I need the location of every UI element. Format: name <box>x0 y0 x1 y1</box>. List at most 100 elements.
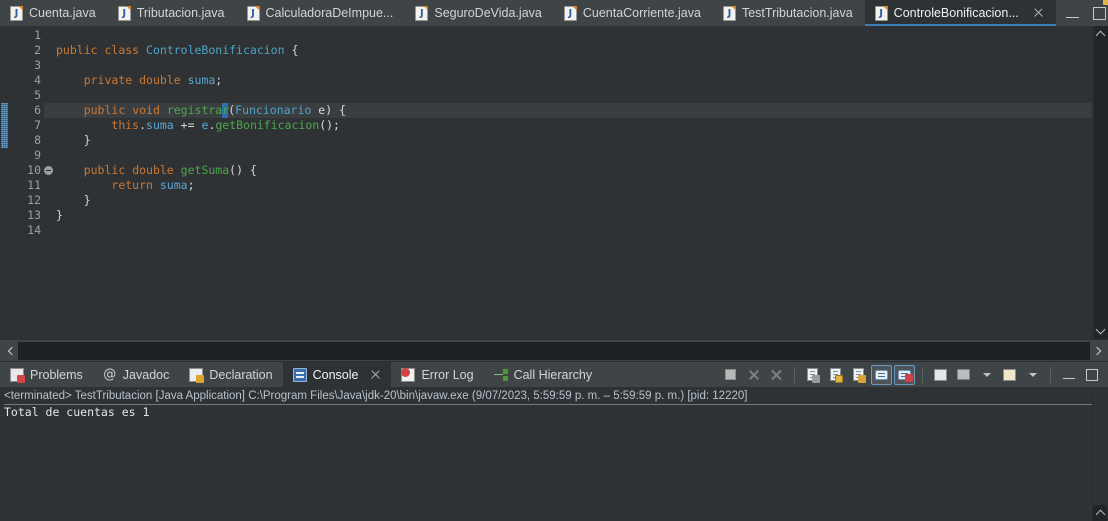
display-selected-console-button[interactable] <box>953 365 974 385</box>
code-line-11: return suma; <box>111 178 195 192</box>
display-console-icon <box>957 369 970 380</box>
console-vertical-scrollbar[interactable] <box>1092 387 1108 521</box>
line-number: 10 <box>8 163 53 178</box>
minimize-icon[interactable] <box>1065 9 1079 18</box>
display-console-dropdown[interactable] <box>976 365 997 385</box>
change-marker-ruler <box>0 26 8 339</box>
console-launch-line: <terminated> TestTributacion [Java Appli… <box>4 389 1092 405</box>
maximize-icon[interactable] <box>1092 6 1106 20</box>
remove-all-icon <box>770 369 783 381</box>
console-output[interactable]: <terminated> TestTributacion [Java Appli… <box>0 387 1092 521</box>
java-file-icon <box>722 5 736 21</box>
minimize-view-button[interactable] <box>1058 365 1079 385</box>
code-line-4: private double suma; <box>83 73 223 87</box>
scroll-left-icon[interactable] <box>2 342 18 360</box>
editor-tab-label: CuentaCorriente.java <box>582 6 701 20</box>
line-number: 3 <box>34 58 41 72</box>
problems-icon <box>10 367 25 383</box>
pin-console-button[interactable] <box>930 0 1108 385</box>
change-marker <box>1 103 8 148</box>
editor-tab-label: ControleBonificacion... <box>893 6 1019 20</box>
line-number: 13 <box>27 208 41 222</box>
editor-tab-bar: Cuenta.java Tributacion.java Calculadora… <box>0 0 1108 26</box>
minimize-icon <box>1062 371 1075 379</box>
declaration-icon <box>189 367 205 383</box>
toolbar-separator <box>794 366 795 383</box>
show-on-output-icon <box>875 369 888 380</box>
call-hierarchy-icon <box>493 368 508 382</box>
view-tab-call-hierarchy[interactable]: Call Hierarchy <box>484 362 603 387</box>
show-console-on-error-button[interactable] <box>894 364 915 385</box>
word-wrap-button[interactable] <box>848 365 869 385</box>
editor-tab-testtributacion[interactable]: TestTributacion.java <box>713 0 865 26</box>
line-number: 5 <box>34 88 41 102</box>
remove-all-launches-button[interactable] <box>766 365 787 385</box>
close-icon[interactable] <box>1032 7 1044 19</box>
editor-tab-cuenta[interactable]: Cuenta.java <box>0 0 108 26</box>
show-on-error-icon <box>898 369 913 382</box>
console-view[interactable]: <terminated> TestTributacion [Java Appli… <box>0 387 1108 521</box>
close-icon[interactable] <box>369 369 381 381</box>
line-number: 4 <box>34 73 41 87</box>
chevron-down-icon <box>1028 372 1037 377</box>
editor-tab-segurodevida[interactable]: SeguroDeVida.java <box>405 0 553 26</box>
open-console-button[interactable] <box>999 0 1108 385</box>
editor-tab-controlebonificacion[interactable]: ControleBonificacion... <box>864 0 1056 26</box>
view-tab-problems[interactable]: Problems <box>0 362 93 387</box>
line-number: 11 <box>27 178 41 192</box>
line-number: 6 <box>8 103 53 118</box>
editor-tab-cuentacorriente[interactable]: CuentaCorriente.java <box>554 0 713 26</box>
line-number: 9 <box>34 148 41 162</box>
clear-console-button[interactable] <box>802 365 823 385</box>
code-editor[interactable]: 1 2 3 4 5 6 7 8 9 10 11 12 13 14 public … <box>0 26 1108 339</box>
code-line-10: public double getSuma() { <box>83 163 257 177</box>
terminate-button[interactable] <box>720 365 741 385</box>
view-tab-label: Error Log <box>421 367 474 382</box>
code-text-area[interactable]: public class ControleBonificacion { priv… <box>44 26 1092 339</box>
editor-tab-tributacion[interactable]: Tributacion.java <box>108 0 237 26</box>
editor-horizontal-scroll-track[interactable] <box>18 341 1090 360</box>
editor-tab-calculadoradeimpuestos[interactable]: CalculadoraDeImpue... <box>237 0 406 26</box>
pin-console-icon <box>934 0 1108 381</box>
window-controls <box>1056 0 1108 26</box>
eclipse-ide-window: Cuenta.java Tributacion.java Calculadora… <box>0 0 1108 521</box>
editor-tab-label: Cuenta.java <box>29 6 96 20</box>
editor-tab-label: Tributacion.java <box>136 6 225 20</box>
editor-vertical-scrollbar[interactable] <box>1092 26 1108 339</box>
maximize-icon <box>1085 368 1098 381</box>
chevron-down-icon <box>982 372 991 377</box>
view-tab-console[interactable]: Console <box>282 362 392 387</box>
scroll-up-icon[interactable] <box>1093 26 1108 42</box>
terminate-icon <box>725 369 736 380</box>
scroll-down-icon[interactable] <box>1093 323 1108 339</box>
maximize-view-button[interactable] <box>1081 365 1102 385</box>
code-line-8: } <box>83 133 91 147</box>
code-line-6: public void registrar(Funcionario e) { <box>44 103 1092 118</box>
editor-tab-label: TestTributacion.java <box>741 6 853 20</box>
console-scroll-down-icon[interactable] <box>1093 505 1107 521</box>
line-number-text: 10 <box>27 163 41 177</box>
view-tab-label: Console <box>312 367 359 382</box>
editor-vertical-scroll-track[interactable] <box>1093 42 1108 323</box>
scroll-lock-button[interactable] <box>825 365 846 385</box>
view-tab-javadoc[interactable]: @ Javadoc <box>93 362 180 387</box>
show-console-on-output-button[interactable] <box>871 364 892 385</box>
javadoc-icon: @ <box>103 366 117 382</box>
console-toolbar <box>720 0 1108 387</box>
code-line-12: } <box>83 193 91 207</box>
code-line-13: } <box>56 208 63 222</box>
scroll-right-icon[interactable] <box>1090 342 1106 360</box>
java-file-icon <box>415 5 429 21</box>
clear-console-icon <box>807 368 820 383</box>
line-number: 2 <box>34 43 41 57</box>
view-tab-declaration[interactable]: Declaration <box>179 362 282 387</box>
line-number-text: 6 <box>34 103 41 117</box>
remove-launch-button[interactable] <box>743 365 764 385</box>
open-console-dropdown[interactable] <box>1022 365 1043 385</box>
java-file-icon <box>874 5 888 21</box>
view-tab-error-log[interactable]: Error Log <box>391 362 483 387</box>
editor-horizontal-scrollbar[interactable] <box>0 339 1108 361</box>
